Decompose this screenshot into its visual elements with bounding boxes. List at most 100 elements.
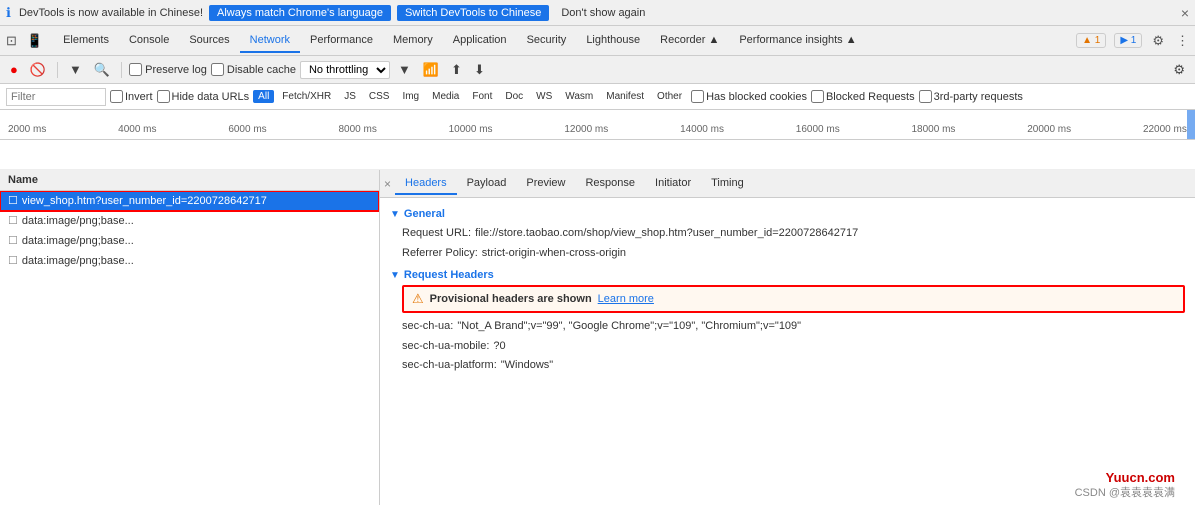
match-language-button[interactable]: Always match Chrome's language xyxy=(209,5,391,21)
filter-bar: Invert Hide data URLs All Fetch/XHR JS C… xyxy=(0,84,1195,110)
detail-tab-preview[interactable]: Preview xyxy=(516,173,575,195)
right-panel: × Headers Payload Preview Response Initi… xyxy=(380,170,1195,505)
learn-more-link[interactable]: Learn more xyxy=(598,293,654,305)
filter-tag-manifest[interactable]: Manifest xyxy=(601,90,649,103)
file-item-data-1[interactable]: ☐ data:image/png;base... xyxy=(0,211,379,231)
tab-elements[interactable]: Elements xyxy=(53,29,119,53)
filter-icon[interactable]: ▼ xyxy=(65,60,86,79)
warning-badge[interactable]: ▲ 1 xyxy=(1076,33,1106,48)
provisional-headers-warning: ⚠ Provisional headers are shown Learn mo… xyxy=(402,285,1185,313)
blocked-requests-checkbox[interactable]: Blocked Requests xyxy=(811,90,915,103)
blocked-requests-input[interactable] xyxy=(811,90,824,103)
detail-tab-payload[interactable]: Payload xyxy=(457,173,517,195)
hide-data-urls-checkbox[interactable]: Hide data URLs xyxy=(157,90,250,103)
tab-network[interactable]: Network xyxy=(240,29,300,53)
main-tab-bar: ⊡ 📱 Elements Console Sources Network Per… xyxy=(0,26,1195,56)
detail-tab-headers[interactable]: Headers xyxy=(395,173,457,195)
file-item-data-3[interactable]: ☐ data:image/png;base... xyxy=(0,251,379,271)
filter-tag-other[interactable]: Other xyxy=(652,90,687,103)
hide-data-urls-input[interactable] xyxy=(157,90,170,103)
request-url-key: Request URL: xyxy=(402,225,471,243)
filter-tag-ws[interactable]: WS xyxy=(531,90,557,103)
switch-devtools-button[interactable]: Switch DevTools to Chinese xyxy=(397,5,549,21)
third-party-input[interactable] xyxy=(919,90,932,103)
import-icon[interactable]: ⬆ xyxy=(447,60,466,80)
referrer-policy-value: strict-origin-when-cross-origin xyxy=(482,245,626,263)
filter-tag-wasm[interactable]: Wasm xyxy=(560,90,598,103)
filter-tag-js[interactable]: JS xyxy=(339,90,361,103)
request-headers-section-label: Request Headers xyxy=(404,269,494,281)
sec-ch-ua-mobile-row: sec-ch-ua-mobile: ?0 xyxy=(390,337,1185,357)
sec-ch-ua-platform-value: "Windows" xyxy=(501,357,553,375)
sec-ch-ua-row: sec-ch-ua: "Not_A Brand";v="99", "Google… xyxy=(390,317,1185,337)
disable-cache-input[interactable] xyxy=(211,63,224,76)
record-icon[interactable]: ● xyxy=(6,60,22,79)
timeline-label-10000: 10000 ms xyxy=(449,124,493,135)
left-panel: Name ☐ view_shop.htm?user_number_id=2200… xyxy=(0,170,380,505)
tab-application[interactable]: Application xyxy=(443,29,517,53)
has-blocked-cookies-input[interactable] xyxy=(691,90,704,103)
filter-tag-media[interactable]: Media xyxy=(427,90,464,103)
filter-tag-css[interactable]: CSS xyxy=(364,90,395,103)
sec-ch-ua-platform-row: sec-ch-ua-platform: "Windows" xyxy=(390,356,1185,376)
provisional-headers-text: Provisional headers are shown xyxy=(430,293,592,305)
more-toolbar-icon[interactable]: ⚙ xyxy=(1169,60,1189,80)
detail-tab-response[interactable]: Response xyxy=(575,173,645,195)
invert-input[interactable] xyxy=(110,90,123,103)
tab-lighthouse[interactable]: Lighthouse xyxy=(576,29,650,53)
detail-tab-initiator[interactable]: Initiator xyxy=(645,173,701,195)
file-item-view-shop[interactable]: ☐ view_shop.htm?user_number_id=220072864… xyxy=(0,191,379,211)
toolbar-separator xyxy=(57,62,58,78)
throttle-dropdown-icon[interactable]: ▼ xyxy=(394,60,415,79)
third-party-checkbox[interactable]: 3rd-party requests xyxy=(919,90,1023,103)
more-icon[interactable]: ⋮ xyxy=(1174,31,1191,51)
invert-checkbox[interactable]: Invert xyxy=(110,90,153,103)
file-item-data-2[interactable]: ☐ data:image/png;base... xyxy=(0,231,379,251)
filter-tag-fetch[interactable]: Fetch/XHR xyxy=(277,90,336,103)
file-icon-2: ☐ xyxy=(8,214,18,227)
filter-input[interactable] xyxy=(6,88,106,106)
general-section-header[interactable]: ▼ General xyxy=(390,208,1185,220)
request-headers-section-header[interactable]: ▼ Request Headers xyxy=(390,269,1185,281)
clear-icon[interactable]: 🚫 xyxy=(26,60,50,80)
tab-recorder[interactable]: Recorder ▲ xyxy=(650,29,729,53)
dont-show-again-button[interactable]: Don't show again xyxy=(555,5,651,21)
disable-cache-checkbox[interactable]: Disable cache xyxy=(211,63,296,76)
tab-security[interactable]: Security xyxy=(517,29,577,53)
has-blocked-cookies-checkbox[interactable]: Has blocked cookies xyxy=(691,90,807,103)
wifi-icon[interactable]: 📶 xyxy=(419,60,443,80)
timeline[interactable]: 2000 ms 4000 ms 6000 ms 8000 ms 10000 ms… xyxy=(0,110,1195,140)
filter-tag-doc[interactable]: Doc xyxy=(500,90,528,103)
device-icon[interactable]: 📱 xyxy=(25,31,45,51)
tab-memory[interactable]: Memory xyxy=(383,29,443,53)
filter-tag-img[interactable]: Img xyxy=(397,90,424,103)
info-badge[interactable]: ▶ 1 xyxy=(1114,33,1142,48)
search-icon[interactable]: 🔍 xyxy=(90,60,114,80)
tab-performance-insights[interactable]: Performance insights ▲ xyxy=(729,29,866,53)
filter-tag-all[interactable]: All xyxy=(253,90,274,103)
throttle-select[interactable]: No throttling xyxy=(300,61,390,79)
inspect-icon[interactable]: ⊡ xyxy=(4,31,19,51)
detail-close-icon[interactable]: × xyxy=(384,177,391,191)
timeline-label-6000: 6000 ms xyxy=(228,124,266,135)
empty-area xyxy=(0,140,1195,170)
detail-tab-timing[interactable]: Timing xyxy=(701,173,754,195)
filter-tag-font[interactable]: Font xyxy=(467,90,497,103)
file-icon-4: ☐ xyxy=(8,254,18,267)
timeline-label-4000: 4000 ms xyxy=(118,124,156,135)
tab-console[interactable]: Console xyxy=(119,29,179,53)
tab-sources[interactable]: Sources xyxy=(179,29,239,53)
main-area: Name ☐ view_shop.htm?user_number_id=2200… xyxy=(0,170,1195,505)
third-party-label: 3rd-party requests xyxy=(934,91,1023,103)
tab-performance[interactable]: Performance xyxy=(300,29,383,53)
network-toolbar: ● 🚫 ▼ 🔍 Preserve log Disable cache No th… xyxy=(0,56,1195,84)
export-icon[interactable]: ⬇ xyxy=(470,60,489,80)
preserve-log-input[interactable] xyxy=(129,63,142,76)
file-icon-1: ☐ xyxy=(8,194,18,207)
file-name-4: data:image/png;base... xyxy=(22,255,134,267)
settings-icon[interactable]: ⚙ xyxy=(1150,31,1166,51)
close-icon[interactable]: × xyxy=(1181,5,1189,21)
preserve-log-checkbox[interactable]: Preserve log xyxy=(129,63,207,76)
file-list: ☐ view_shop.htm?user_number_id=220072864… xyxy=(0,191,379,271)
sec-ch-ua-value: "Not_A Brand";v="99", "Google Chrome";v=… xyxy=(457,318,801,336)
